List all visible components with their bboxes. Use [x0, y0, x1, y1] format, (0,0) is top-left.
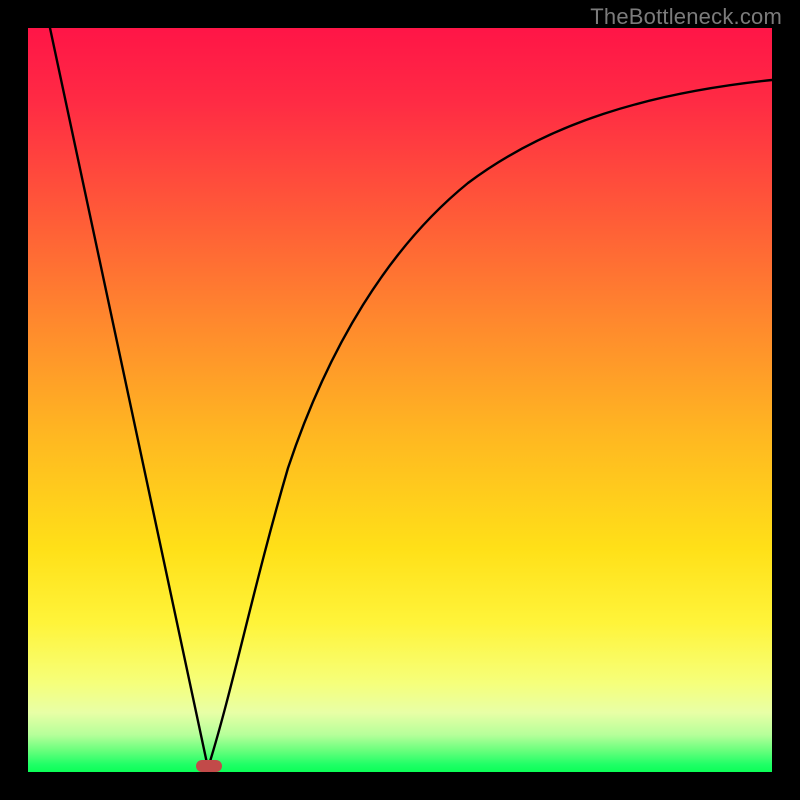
watermark-label: TheBottleneck.com — [590, 4, 782, 30]
chart-frame: TheBottleneck.com — [0, 0, 800, 800]
minimum-marker — [196, 760, 222, 772]
curve-svg — [28, 28, 772, 772]
curve-right-segment — [208, 80, 772, 768]
plot-area — [28, 28, 772, 772]
curve-left-segment — [50, 28, 208, 768]
